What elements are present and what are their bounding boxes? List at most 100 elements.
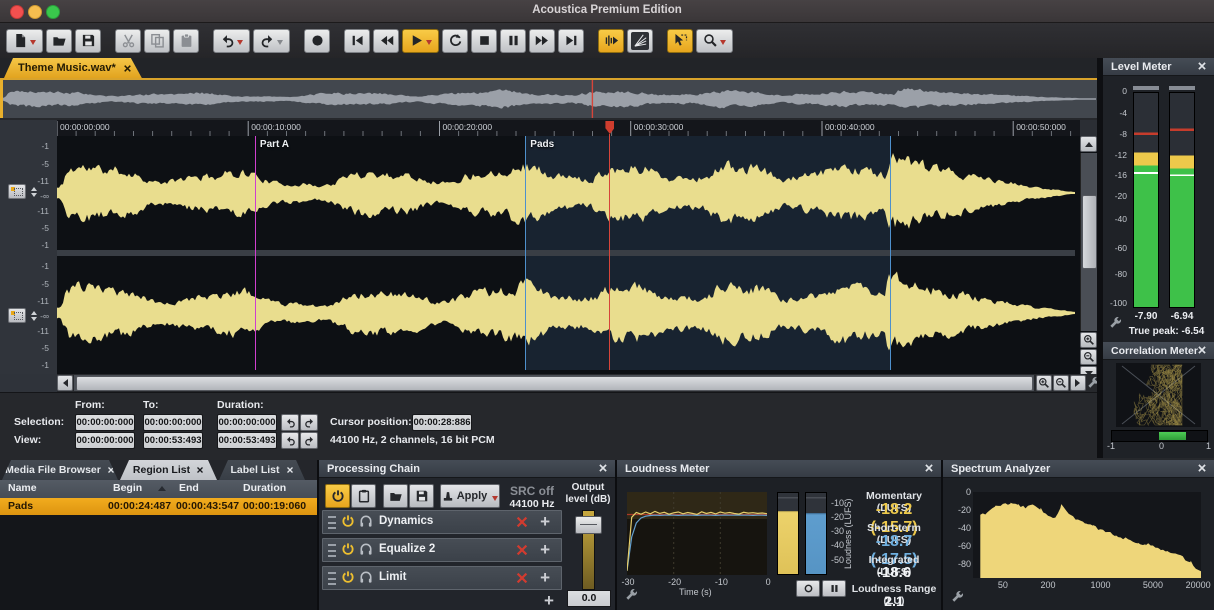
stop-button[interactable] (471, 29, 497, 53)
tab-media-file-browser[interactable]: Media File Browser (2, 460, 118, 480)
cut-button[interactable] (115, 29, 141, 53)
chain-load-button[interactable] (383, 484, 408, 508)
zoom-in-vertical-button[interactable] (1080, 332, 1097, 348)
playback-cursor-line[interactable] (609, 134, 610, 370)
spectrum-settings-wrench-icon[interactable] (951, 590, 964, 603)
loudness-settings-wrench-icon[interactable] (625, 588, 638, 601)
output-level-value[interactable]: 0.0 (567, 590, 611, 607)
overview-waveform[interactable] (0, 80, 1097, 118)
save-file-button[interactable] (75, 29, 101, 53)
processing-chain-close-icon[interactable] (598, 463, 610, 475)
vertical-scroll-thumb[interactable] (1082, 195, 1097, 269)
loudness-reset-button[interactable] (796, 580, 820, 597)
tab-close-icon[interactable] (123, 64, 132, 73)
plugin-add-icon[interactable]: + (540, 512, 550, 532)
scroll-right-button[interactable] (1070, 375, 1086, 391)
go-to-start-button[interactable] (344, 29, 370, 53)
loudness-meter-close-icon[interactable] (924, 463, 936, 475)
plugin-solo-headphones-icon[interactable] (359, 570, 373, 584)
view-redo-button[interactable] (300, 432, 318, 449)
region-table-body[interactable] (0, 515, 317, 610)
channel2-options-button[interactable] (8, 308, 26, 323)
selection-undo-button[interactable] (281, 414, 299, 431)
tab-theme-music[interactable]: Theme Music.wav* (4, 58, 142, 78)
drag-handle-icon[interactable] (328, 544, 336, 557)
timeline-ruler[interactable]: 00:00:00:00000:00:10:00000:00:20:00000:0… (57, 120, 1080, 136)
open-file-button[interactable] (46, 29, 72, 53)
undo-dropdown[interactable] (237, 40, 243, 48)
tab-region-list[interactable]: Region List (120, 460, 217, 480)
play-button[interactable] (402, 29, 439, 53)
plugin-power-icon[interactable] (341, 514, 355, 528)
zoom-out-time-button[interactable] (1053, 375, 1069, 391)
play-dropdown[interactable] (426, 40, 432, 48)
plugin-add-icon[interactable]: + (540, 540, 550, 560)
view-duration-field[interactable]: 00:00:53:493 (217, 432, 277, 449)
record-button[interactable] (304, 29, 330, 53)
region-end-line[interactable] (890, 136, 891, 370)
plugin-remove-icon[interactable] (515, 515, 529, 529)
region-table-header[interactable]: Name Begin End Duration (0, 480, 317, 498)
selection-redo-button[interactable] (300, 414, 318, 431)
zoom-out-vertical-button[interactable] (1080, 349, 1097, 365)
plugin-add-icon[interactable]: + (540, 568, 550, 588)
chain-plugin-limit[interactable]: Limit + (322, 566, 562, 590)
redo-dropdown[interactable] (277, 40, 283, 48)
pause-button[interactable] (500, 29, 526, 53)
selection-duration-field[interactable]: 00:00:00:000 (217, 414, 277, 431)
correlation-meter-close-icon[interactable] (1197, 345, 1209, 357)
paste-button[interactable] (173, 29, 199, 53)
spectrum-analyzer-close-icon[interactable] (1197, 463, 1209, 475)
cursor-position-field[interactable]: 00:00:28:886 (412, 414, 472, 431)
chain-clipboard-button[interactable] (351, 484, 376, 508)
plugin-power-icon[interactable] (341, 570, 355, 584)
rewind-button[interactable] (373, 29, 399, 53)
horizontal-scroll-thumb[interactable] (76, 376, 1033, 391)
drag-handle-icon[interactable] (328, 516, 336, 529)
zoom-tool-button[interactable] (696, 29, 733, 53)
loop-button[interactable] (442, 29, 468, 53)
plugin-remove-icon[interactable] (515, 543, 529, 557)
fast-forward-button[interactable] (529, 29, 555, 53)
loudness-pause-button[interactable] (822, 580, 846, 597)
redo-button[interactable] (253, 29, 290, 53)
spectral-view-button[interactable] (627, 29, 653, 53)
channel1-options-button[interactable] (8, 184, 26, 199)
chain-add-plugin-icon[interactable]: + (544, 591, 554, 610)
tab-close-icon[interactable] (196, 466, 204, 474)
selection-to-field[interactable]: 00:00:00:000 (143, 414, 203, 431)
copy-button[interactable] (144, 29, 170, 53)
view-undo-button[interactable] (281, 432, 299, 449)
apply-dropdown[interactable] (492, 496, 498, 504)
level-meter-close-icon[interactable] (1197, 61, 1209, 73)
region-start-line[interactable] (525, 136, 526, 370)
undo-button[interactable] (213, 29, 250, 53)
chain-save-button[interactable] (409, 484, 434, 508)
waveform-channel-2[interactable] (57, 256, 1075, 370)
new-file-button[interactable] (6, 29, 43, 53)
selection-from-field[interactable]: 00:00:00:000 (75, 414, 135, 431)
plugin-power-icon[interactable] (341, 542, 355, 556)
region-label-pads[interactable]: Pads (530, 139, 554, 150)
new-file-dropdown[interactable] (30, 40, 36, 48)
plugin-remove-icon[interactable] (515, 571, 529, 585)
drag-handle-icon[interactable] (328, 572, 336, 585)
tab-close-icon[interactable] (286, 466, 294, 474)
waveform-channel-1[interactable] (57, 136, 1075, 250)
go-to-end-button[interactable] (558, 29, 584, 53)
tab-label-list[interactable]: Label List (219, 460, 305, 480)
zoom-in-time-button[interactable] (1036, 375, 1052, 391)
plugin-solo-headphones-icon[interactable] (359, 514, 373, 528)
chain-power-button[interactable] (325, 484, 350, 508)
scroll-up-button[interactable] (1080, 136, 1097, 152)
view-to-field[interactable]: 00:00:53:493 (143, 432, 203, 449)
chain-plugin-dynamics[interactable]: Dynamics + (322, 510, 562, 534)
apply-button[interactable]: Apply (440, 484, 500, 508)
scrub-button[interactable] (598, 29, 624, 53)
chain-plugin-equalize[interactable]: Equalize 2 + (322, 538, 562, 562)
output-level-slider-handle[interactable] (575, 516, 602, 534)
region-row-pads[interactable]: Pads 00:00:24:487 00:00:43:547 00:00:19:… (0, 498, 317, 515)
view-from-field[interactable]: 00:00:00:000 (75, 432, 135, 449)
label-part-a-line[interactable] (255, 136, 256, 370)
selection-tool-button[interactable] (667, 29, 693, 53)
